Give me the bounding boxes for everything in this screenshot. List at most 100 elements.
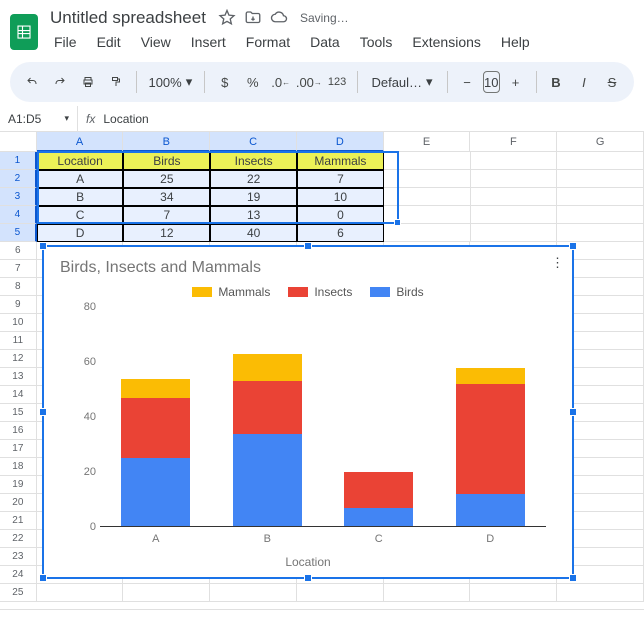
row-header[interactable]: 8 [0,278,37,296]
bar-segment[interactable] [456,494,525,527]
decrease-decimal-button[interactable]: .0← [269,68,293,96]
cell[interactable]: Insects [210,152,297,170]
menu-help[interactable]: Help [493,32,538,52]
italic-button[interactable]: I [572,68,596,96]
cell[interactable] [384,188,471,206]
cell[interactable]: C [37,206,124,224]
menu-data[interactable]: Data [302,32,348,52]
cell[interactable] [37,584,124,602]
row-header[interactable]: 15 [0,404,37,422]
cell[interactable] [471,224,558,242]
cell[interactable]: 34 [123,188,210,206]
bar-segment[interactable] [233,381,302,433]
chart-object[interactable]: ⋮ Birds, Insects and Mammals MammalsInse… [42,245,574,579]
row-header[interactable]: 10 [0,314,37,332]
cell[interactable] [210,584,297,602]
cell[interactable] [557,206,644,224]
cell[interactable]: Location [37,152,124,170]
row-header[interactable]: 2 [0,170,37,188]
currency-button[interactable]: $ [213,68,237,96]
bar-segment[interactable] [344,472,413,508]
row-header[interactable]: 5 [0,224,37,242]
cell[interactable]: B [37,188,124,206]
cell[interactable]: 7 [297,170,384,188]
print-button[interactable] [76,68,100,96]
cell[interactable] [384,224,471,242]
cell[interactable]: D [37,224,124,242]
bar-segment[interactable] [233,434,302,528]
row-header[interactable]: 4 [0,206,37,224]
cell[interactable]: 25 [123,170,210,188]
bar-segment[interactable] [344,508,413,527]
cell[interactable] [557,170,644,188]
row-header[interactable]: 14 [0,386,37,404]
cell[interactable] [557,224,644,242]
cell[interactable] [384,206,471,224]
cell[interactable] [123,584,210,602]
strike-button[interactable]: S [600,68,624,96]
row-header[interactable]: 12 [0,350,37,368]
cell[interactable]: A [37,170,124,188]
spreadsheet-grid[interactable]: ABCDEFG ⋮ Birds, Insects and Mammals Mam… [0,132,644,602]
row-header[interactable]: 3 [0,188,37,206]
undo-button[interactable] [20,68,44,96]
column-header[interactable]: A [37,132,124,152]
row-header[interactable]: 7 [0,260,37,278]
column-header[interactable]: D [297,132,384,152]
name-box[interactable]: A1:D5▾ [0,106,78,131]
bar-segment[interactable] [233,354,302,382]
cell[interactable]: 19 [210,188,297,206]
decrease-fontsize-button[interactable]: − [455,68,479,96]
row-header[interactable]: 21 [0,512,37,530]
row-header[interactable]: 16 [0,422,37,440]
bar-segment[interactable] [121,398,190,459]
cell[interactable]: Birds [123,152,210,170]
sheet-tabs-bar[interactable] [0,609,644,639]
menu-insert[interactable]: Insert [183,32,234,52]
row-header[interactable]: 11 [0,332,37,350]
row-header[interactable]: 25 [0,584,37,602]
column-header[interactable]: E [384,132,471,152]
cell[interactable]: Mammals [297,152,384,170]
row-header[interactable]: 9 [0,296,37,314]
cell[interactable] [384,152,471,170]
row-header[interactable]: 18 [0,458,37,476]
cell[interactable] [384,170,471,188]
font-select[interactable]: Defaul… ▾ [365,74,438,90]
column-header[interactable]: C [210,132,297,152]
cell[interactable]: 6 [297,224,384,242]
cell[interactable] [471,206,558,224]
increase-fontsize-button[interactable]: + [504,68,528,96]
cell[interactable]: 7 [123,206,210,224]
column-header[interactable]: B [123,132,210,152]
cell[interactable] [297,584,384,602]
bold-button[interactable]: B [544,68,568,96]
menu-format[interactable]: Format [238,32,298,52]
column-header[interactable]: G [557,132,644,152]
row-header[interactable]: 19 [0,476,37,494]
menu-edit[interactable]: Edit [89,32,129,52]
legend-item[interactable]: Insects [288,285,352,299]
menu-tools[interactable]: Tools [352,32,401,52]
chart-title[interactable]: Birds, Insects and Mammals [60,259,556,277]
redo-button[interactable] [48,68,72,96]
row-header[interactable]: 22 [0,530,37,548]
cell[interactable]: 0 [297,206,384,224]
cloud-status-icon[interactable] [270,9,288,27]
cell[interactable] [557,188,644,206]
cell[interactable] [557,584,644,602]
row-header[interactable]: 1 [0,152,37,170]
legend-item[interactable]: Mammals [192,285,270,299]
fontsize-input[interactable]: 10 [483,71,499,93]
percent-button[interactable]: % [241,68,265,96]
cell[interactable] [471,170,558,188]
row-header[interactable]: 20 [0,494,37,512]
cell[interactable] [471,188,558,206]
cell[interactable]: 10 [297,188,384,206]
cell[interactable]: 13 [210,206,297,224]
doc-title[interactable]: Untitled spreadsheet [46,6,210,30]
bar-segment[interactable] [121,379,190,398]
more-formats-button[interactable]: 123 [325,68,349,96]
cell[interactable]: 22 [210,170,297,188]
sheets-logo[interactable] [10,14,38,50]
